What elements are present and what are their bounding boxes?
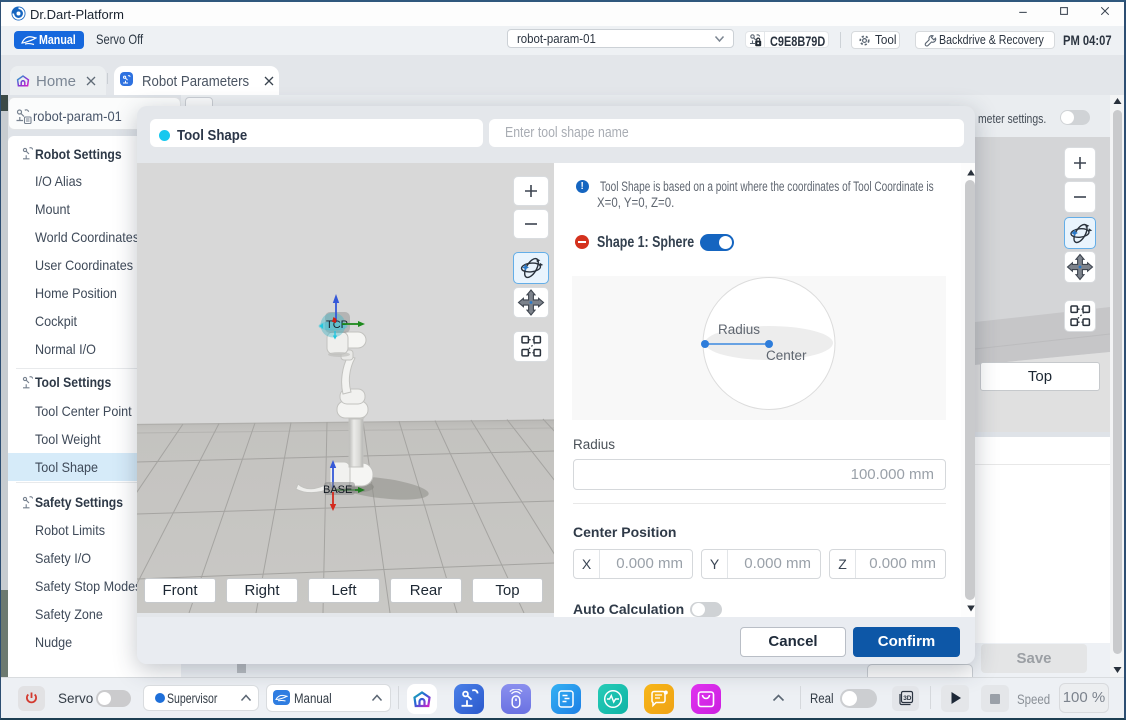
svg-text:TCP: TCP <box>326 319 348 331</box>
svg-text:Center: Center <box>766 348 807 363</box>
svg-text:Radius: Radius <box>718 322 760 337</box>
svg-text:3D: 3D <box>903 695 912 702</box>
svg-text:BASE: BASE <box>323 484 352 496</box>
